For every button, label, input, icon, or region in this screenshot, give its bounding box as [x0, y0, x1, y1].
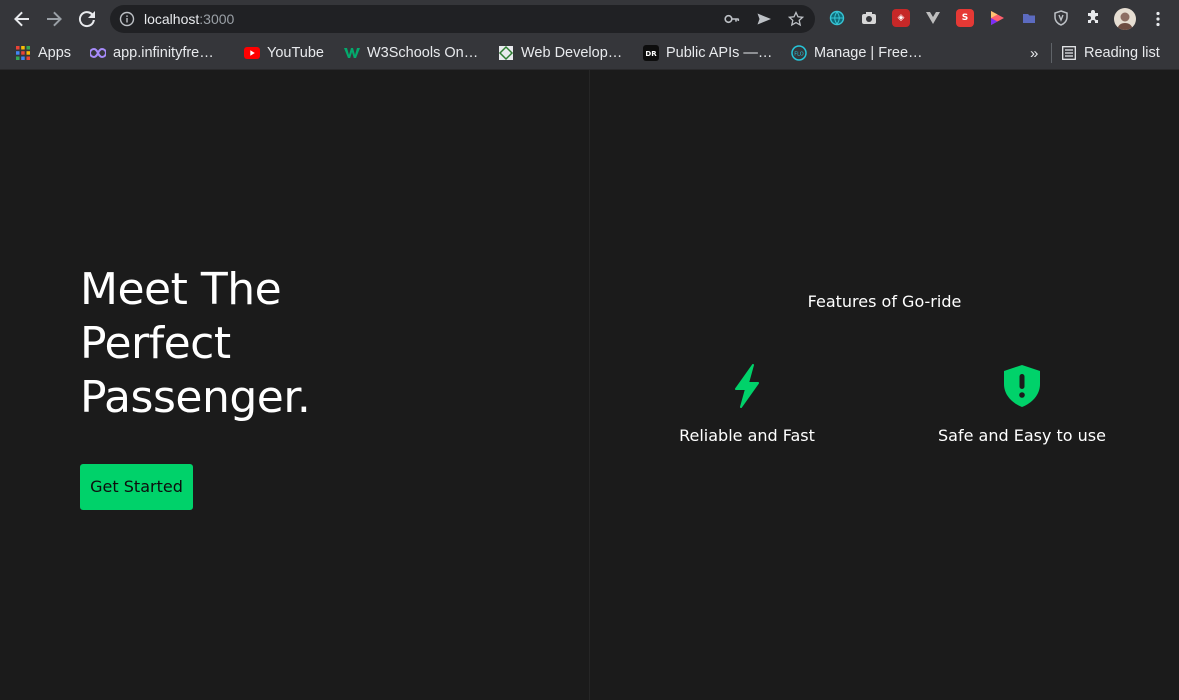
- address-bar[interactable]: localhost:3000: [110, 5, 815, 33]
- back-button[interactable]: [10, 7, 34, 31]
- feature-safe-easy: Safe and Easy to use: [892, 362, 1152, 445]
- bookmarks-bar: Apps app.infinityfre… YouTube W3Schools …: [0, 37, 1179, 70]
- reading-list-label: Reading list: [1084, 45, 1160, 61]
- camera-extension-icon[interactable]: [860, 9, 878, 27]
- ublock-extension-icon[interactable]: ◈: [892, 9, 910, 27]
- bookmark-star-icon[interactable]: [788, 11, 804, 27]
- w3schools-icon: [344, 45, 360, 61]
- url-host: localhost: [144, 11, 200, 27]
- bookmark-public-apis[interactable]: DR Public APIs —…: [643, 43, 772, 63]
- get-started-button[interactable]: Get Started: [80, 464, 193, 510]
- go-ride-page: Meet The Perfect Passenger. Get Started …: [0, 70, 1179, 700]
- url-text[interactable]: localhost:3000: [144, 11, 234, 27]
- site-info-icon[interactable]: [119, 11, 135, 27]
- svelte-extension-icon[interactable]: S: [956, 9, 974, 27]
- bookmark-apps[interactable]: Apps: [15, 43, 71, 63]
- key-icon[interactable]: [724, 11, 740, 27]
- reading-list-icon: [1061, 45, 1077, 61]
- browser-toolbar: localhost:3000 ◈ S: [0, 0, 1179, 37]
- bookmark-label: Apps: [38, 45, 72, 61]
- bookmark-label: YouTube: [267, 45, 324, 61]
- lightning-bolt-icon: [735, 364, 759, 408]
- browser-menu-button[interactable]: [1146, 7, 1170, 31]
- shield-alert-icon: [1004, 365, 1040, 407]
- overflow-chevron-label: »: [1030, 44, 1039, 62]
- colorful-extension-icon[interactable]: [988, 9, 1006, 27]
- kebab-menu-icon: [1156, 11, 1160, 27]
- forward-arrow-icon: [47, 11, 62, 27]
- feature-reliable-fast: Reliable and Fast: [617, 362, 877, 445]
- bookmarks-overflow-button[interactable]: »: [1030, 43, 1038, 63]
- web-develop-icon: [498, 45, 514, 61]
- vue-devtools-icon[interactable]: [924, 9, 942, 27]
- shield-extension-icon[interactable]: [1052, 9, 1070, 27]
- profile-avatar[interactable]: [1114, 8, 1136, 30]
- bookmark-youtube[interactable]: YouTube: [244, 43, 324, 63]
- url-port: :3000: [199, 11, 235, 27]
- section-divider: [589, 70, 590, 700]
- youtube-icon: [244, 45, 260, 61]
- bookmark-w3schools[interactable]: W3Schools On…: [344, 43, 478, 63]
- reload-icon: [78, 11, 95, 28]
- forward-button[interactable]: [42, 7, 66, 31]
- svg-text:FLO: FLO: [794, 52, 803, 58]
- bookmark-label: W3Schools On…: [367, 45, 479, 61]
- back-arrow-icon: [14, 11, 29, 27]
- globe-extension-icon[interactable]: [828, 9, 846, 27]
- folder-extension-icon[interactable]: [1020, 9, 1038, 27]
- extensions-puzzle-icon[interactable]: [1084, 9, 1102, 27]
- infinityfree-icon: [90, 45, 106, 61]
- hero-line-2: Perfect: [80, 318, 231, 369]
- dr-icon: DR: [643, 45, 659, 61]
- bookmark-infinityfree[interactable]: app.infinityfre…: [90, 43, 214, 63]
- bookmark-label: Manage | Free…: [814, 45, 923, 61]
- apps-grid-icon: [15, 45, 31, 61]
- bookmark-label: Web Develop…: [521, 45, 623, 61]
- svg-text:DR: DR: [645, 50, 657, 58]
- features-heading: Features of Go-ride: [807, 292, 962, 311]
- bookmark-label: Public APIs —…: [666, 45, 773, 61]
- bookmark-label: app.infinityfre…: [113, 45, 214, 61]
- hero-line-3: Passenger.: [80, 372, 311, 423]
- feature-label: Safe and Easy to use: [938, 426, 1106, 445]
- hero-headline: Meet The Perfect Passenger.: [80, 263, 500, 425]
- bookmark-web-develop[interactable]: Web Develop…: [498, 43, 622, 63]
- bookmark-manage-free[interactable]: FLO Manage | Free…: [791, 43, 923, 63]
- reload-button[interactable]: [75, 7, 99, 31]
- bookmarks-separator: [1051, 43, 1052, 63]
- flo-icon: FLO: [791, 45, 807, 61]
- reading-list-button[interactable]: Reading list: [1061, 43, 1160, 63]
- hero-line-1: Meet The: [80, 264, 282, 315]
- feature-label: Reliable and Fast: [679, 426, 815, 445]
- send-icon[interactable]: [756, 11, 772, 27]
